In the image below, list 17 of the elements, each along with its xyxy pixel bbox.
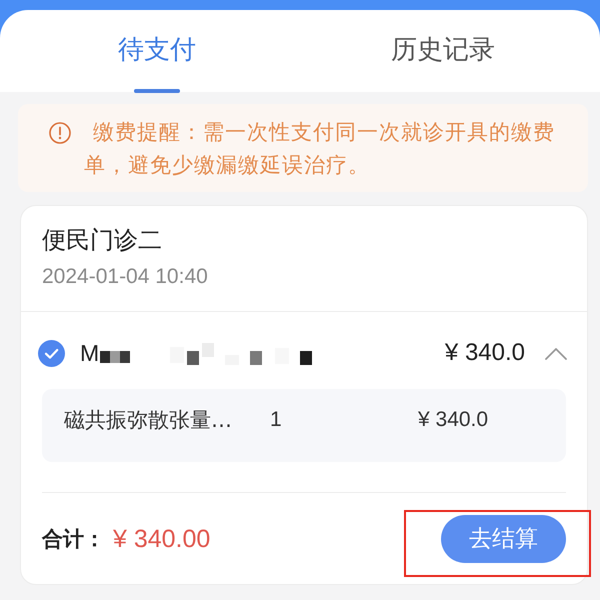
checkout-button[interactable]: 去结算 [441, 515, 566, 563]
detail-quantity: 1 [270, 407, 283, 433]
exclamation-circle-icon [49, 122, 71, 144]
payment-reminder-text: 缴费提醒：需一次性支付同一次就诊开具的缴费单，避免少缴漏缴延误治疗。 [84, 119, 556, 179]
visit-time: 2024-01-04 10:40 [42, 264, 209, 290]
tab[interactable]: 历史记录 [300, 10, 586, 92]
tab[interactable]: 待支付 [14, 10, 300, 92]
clinic-title: 便民门诊二 [42, 225, 163, 255]
chevron-up-icon[interactable] [545, 346, 567, 360]
total-amount: ¥ 340.00 [113, 524, 210, 554]
detail-price: ¥ 340.0 [418, 407, 488, 433]
total-label: 合计： [42, 526, 105, 553]
check-circle-icon[interactable] [38, 340, 65, 366]
item-amount: ¥ 340.0 [444, 339, 525, 367]
tab-underline [134, 89, 180, 93]
detail-name: 磁共振弥散张量… [64, 407, 233, 434]
item-name: M [80, 340, 100, 366]
